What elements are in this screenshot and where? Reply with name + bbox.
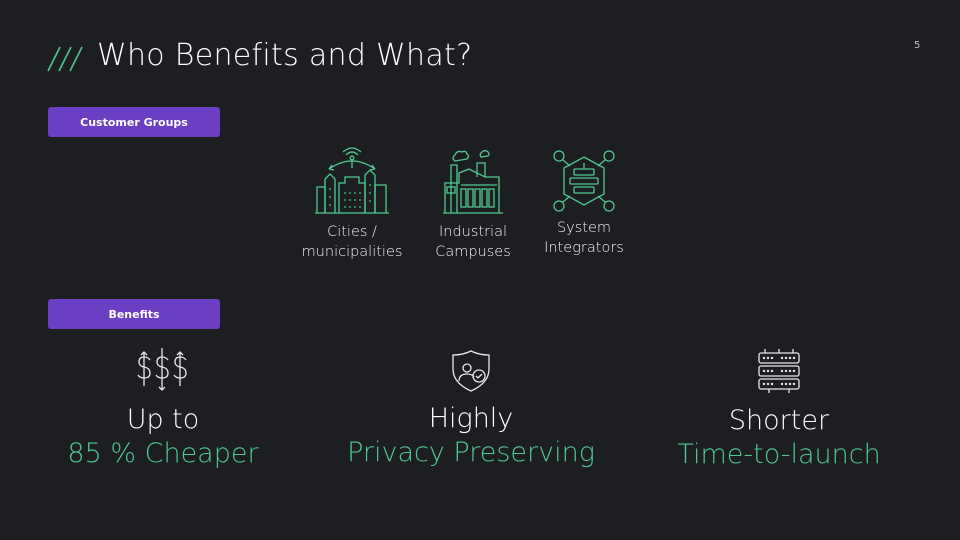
- industrial-label-line2: Campuses: [435, 244, 511, 260]
- customer-group-integrators: System Integrators: [524, 149, 644, 258]
- slide: Who Benefits and What? 5 Customer Groups: [0, 0, 960, 540]
- privacy-shield-icon: [452, 350, 490, 392]
- dollar-signs-icon: [137, 348, 187, 391]
- benefit-launch-bottom: Time-to-launch: [677, 439, 881, 470]
- integrators-label-line1: System: [556, 220, 612, 236]
- benefits-pill: Benefits: [48, 299, 220, 329]
- benefit-cheaper-top: Up to: [126, 404, 200, 435]
- benefit-cheaper: Up to 85 % Cheaper: [13, 346, 313, 472]
- benefit-launch: Shorter Time-to-launch: [629, 347, 929, 473]
- factory-icon: [443, 149, 503, 214]
- customer-groups-pill: Customer Groups: [48, 107, 220, 137]
- integrators-label-line2: Integrators: [544, 240, 624, 256]
- smart-city-icon: [315, 147, 389, 214]
- server-rack-icon: [758, 349, 800, 393]
- benefit-cheaper-bottom: 85 % Cheaper: [67, 438, 259, 469]
- cities-label-line2: municipalities: [301, 244, 403, 260]
- slash-decoration-icon: [47, 46, 83, 72]
- benefit-privacy: Highly Privacy Preserving: [321, 349, 621, 471]
- benefit-privacy-top: Highly: [428, 403, 514, 434]
- system-integration-icon: [553, 150, 615, 212]
- benefit-launch-top: Shorter: [728, 405, 830, 436]
- industrial-label-line1: Industrial: [438, 224, 507, 240]
- cities-label-line1: Cities /: [327, 224, 377, 240]
- slide-title: Who Benefits and What?: [97, 38, 473, 73]
- customer-group-industrial: Industrial Campuses: [413, 147, 533, 262]
- customer-group-cities: Cities / municipalities: [292, 145, 412, 262]
- benefit-privacy-bottom: Privacy Preserving: [347, 437, 595, 468]
- page-number: 5: [914, 40, 921, 51]
